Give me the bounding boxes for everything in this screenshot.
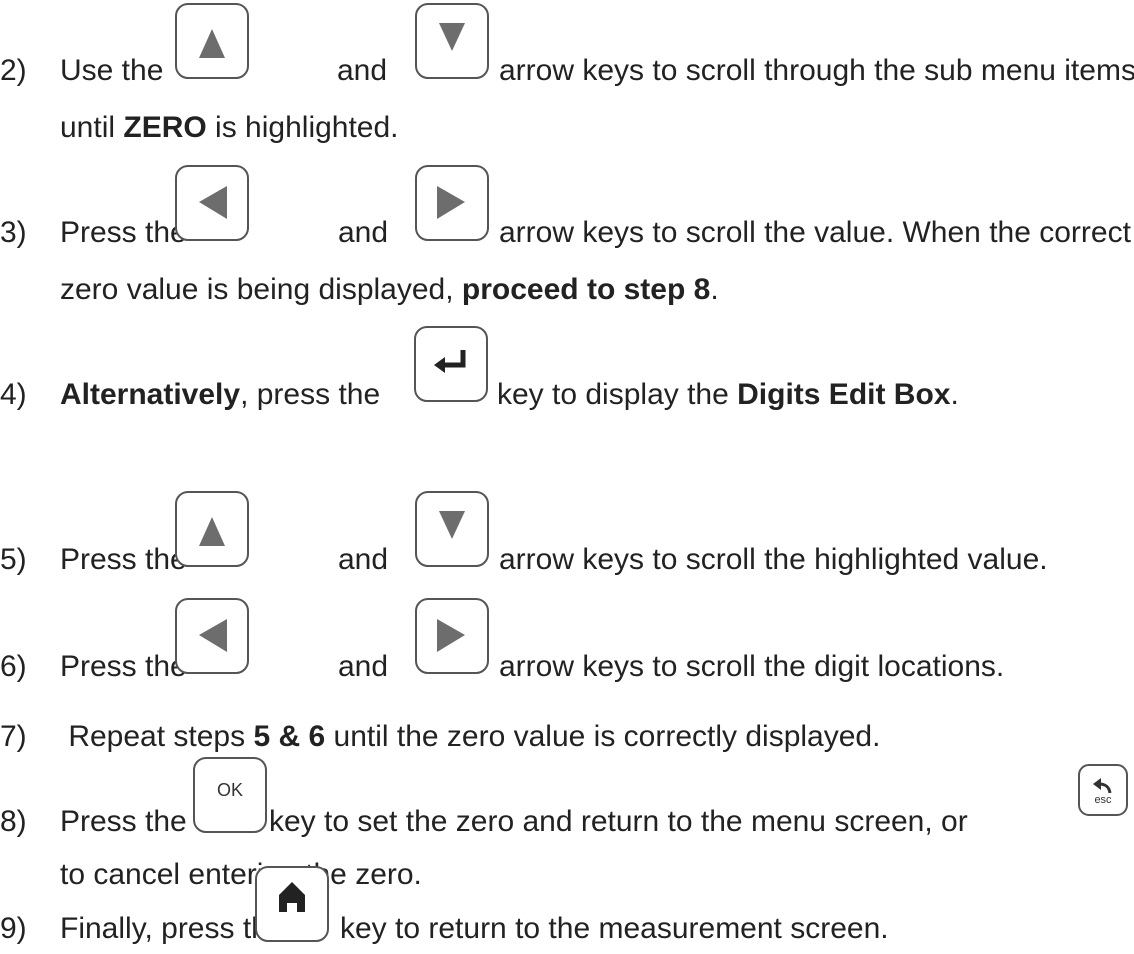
- step-text: key to display the Digits Edit Box.: [497, 370, 959, 420]
- step-text: and: [338, 216, 389, 249]
- up-arrow-icon: [199, 29, 225, 58]
- step-text: Press the: [60, 216, 187, 249]
- bold-term: Alternatively: [60, 378, 241, 411]
- left-arrow-key[interactable]: [175, 598, 249, 674]
- left-arrow-icon: [199, 186, 227, 219]
- step-text: key to set the zero and return to the me…: [269, 805, 968, 838]
- bold-term: proceed to step 8: [461, 273, 711, 306]
- bold-term: ZERO: [123, 111, 207, 144]
- down-arrow-icon: [439, 511, 465, 539]
- up-arrow-key[interactable]: [175, 3, 249, 79]
- text-segment: .: [950, 378, 959, 411]
- right-arrow-icon: [437, 619, 465, 652]
- up-arrow-key[interactable]: [175, 491, 249, 567]
- left-arrow-icon: [199, 619, 227, 652]
- down-arrow-icon: [439, 23, 465, 51]
- ok-key[interactable]: OK: [193, 757, 267, 833]
- text-segment: key to display the: [497, 378, 738, 411]
- home-key[interactable]: [255, 866, 329, 942]
- step-text: Repeat steps 5 & 6 until the zero value …: [60, 712, 880, 762]
- text-segment: until: [60, 111, 124, 144]
- step-text: arrow keys to scroll the value. When the…: [499, 216, 1131, 249]
- step-number: 9): [0, 912, 27, 945]
- step-text: and: [338, 650, 389, 683]
- step-text: key to return to the measurement screen.: [340, 912, 889, 945]
- text-segment: zero value is being displayed,: [60, 273, 462, 306]
- step-number: 2): [0, 54, 27, 87]
- step-text: Use the: [60, 54, 164, 87]
- ok-key-label: OK: [216, 780, 243, 800]
- down-arrow-key[interactable]: [415, 491, 489, 567]
- right-arrow-icon: [437, 186, 465, 219]
- step-number: 6): [0, 650, 27, 683]
- step-text: to cancel entering the zero.: [60, 858, 422, 891]
- step-text: arrow keys to scroll the highlighted val…: [499, 543, 1048, 576]
- step-number: 7): [0, 720, 27, 753]
- text-segment: Repeat steps: [60, 720, 254, 753]
- step-text: Finally, press the: [60, 912, 285, 945]
- step-text: zero value is being displayed, proceed t…: [60, 265, 719, 315]
- enter-key[interactable]: [414, 326, 488, 402]
- right-arrow-key[interactable]: [415, 598, 489, 674]
- step-text: Alternatively, press the: [60, 370, 380, 420]
- esc-key-label: esc: [1094, 794, 1112, 806]
- text-segment: , press the: [240, 378, 381, 411]
- down-arrow-key[interactable]: [415, 3, 489, 79]
- step-text: and: [337, 54, 388, 87]
- step-text: arrow keys to scroll through the sub men…: [499, 54, 1134, 87]
- step-number: 3): [0, 216, 27, 249]
- up-arrow-icon: [199, 517, 225, 546]
- left-arrow-key[interactable]: [175, 165, 249, 241]
- bold-term: 5 & 6: [253, 720, 326, 753]
- step-text: Press the: [60, 543, 187, 576]
- step-number: 5): [0, 543, 27, 576]
- step-text: Press the: [60, 650, 187, 683]
- step-number: 4): [0, 378, 27, 411]
- step-text: Press the: [60, 805, 187, 838]
- step-text: arrow keys to scroll the digit locations…: [499, 650, 1005, 683]
- text-segment: .: [710, 273, 719, 306]
- text-segment: until the zero value is correctly displa…: [325, 720, 881, 753]
- step-text: and: [338, 543, 389, 576]
- bold-term: Digits Edit Box: [737, 378, 951, 411]
- home-icon: [279, 882, 305, 912]
- right-arrow-key[interactable]: [415, 165, 489, 241]
- text-segment: is highlighted.: [206, 111, 399, 144]
- esc-key[interactable]: esc: [1078, 764, 1128, 816]
- enter-icon: [434, 350, 466, 373]
- step-text: until ZERO is highlighted.: [60, 103, 399, 153]
- step-number: 8): [0, 805, 27, 838]
